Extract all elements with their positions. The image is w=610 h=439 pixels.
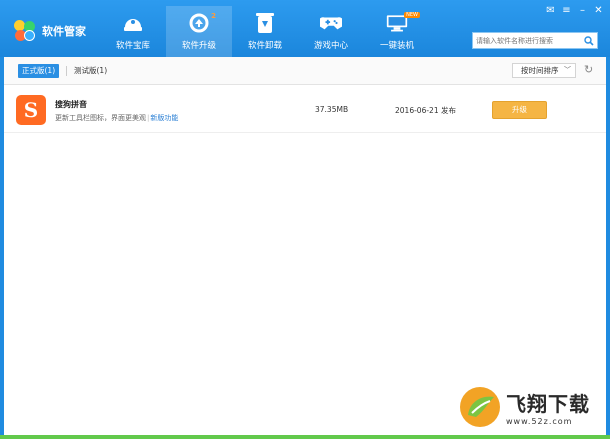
main-nav: 软件宝库 2 软件升级 软件卸载 游戏中心 NEW 一键装机 <box>100 6 430 57</box>
search-box <box>472 32 598 49</box>
tab-label: 游戏中心 <box>313 41 348 51</box>
app-size: 37.35MB <box>315 105 349 114</box>
watermark-logo-icon <box>458 385 502 429</box>
tab-divider <box>66 66 67 76</box>
store-icon <box>122 12 144 34</box>
tab-label: 软件卸载 <box>247 41 282 51</box>
upgrade-icon <box>188 12 210 34</box>
logo-icon <box>14 20 36 42</box>
taskbar-strip <box>0 435 610 439</box>
app-name: 搜狗拼音 <box>55 100 87 109</box>
tab-label: 一键装机 <box>379 41 414 51</box>
uninstall-icon <box>254 12 276 34</box>
update-notes: 更新工具栏图标，界面更美观 <box>55 114 146 122</box>
message-icon[interactable]: ✉ <box>545 6 556 17</box>
tab-software-store[interactable]: 软件宝库 <box>100 6 166 57</box>
whats-new-link[interactable]: 新版功能 <box>150 114 178 122</box>
upgrade-count-badge: 2 <box>211 12 216 20</box>
tab-label: 软件宝库 <box>115 41 150 51</box>
app-logo: 软件管家 <box>14 20 86 42</box>
watermark-title: 飞翔下载 <box>506 392 590 416</box>
tab-software-upgrade[interactable]: 2 软件升级 <box>166 6 232 57</box>
tab-one-click-install[interactable]: NEW 一键装机 <box>364 6 430 57</box>
release-date: 2016-06-21 发布 <box>395 106 456 115</box>
chevron-down-icon: ﹀ <box>564 66 571 74</box>
gamepad-icon <box>320 12 342 34</box>
close-icon[interactable]: ✕ <box>593 6 604 17</box>
search-icon[interactable] <box>581 33 597 48</box>
minimize-icon[interactable]: – <box>577 6 588 17</box>
sort-dropdown[interactable]: 按时间排序 ﹀ <box>512 63 576 78</box>
menu-icon[interactable]: ≡ <box>561 6 572 17</box>
window-controls: ✉ ≡ – ✕ <box>545 6 604 17</box>
sort-label: 按时间排序 <box>521 66 559 75</box>
upgrade-button[interactable]: 升级 <box>492 101 547 119</box>
new-badge: NEW <box>404 12 420 18</box>
app-title: 软件管家 <box>42 25 86 38</box>
app-description: 更新工具栏图标，界面更美观|新版功能 <box>55 114 179 122</box>
filter-toolbar: 正式版(1) 测试版(1) 按时间排序 ﹀ ↻ <box>4 57 606 85</box>
watermark: 飞翔下载 www.52z.com <box>458 385 590 429</box>
refresh-icon[interactable]: ↻ <box>584 64 596 76</box>
header: 软件管家 软件宝库 2 软件升级 软件卸载 游戏中心 NEW 一键装机 ✉ ≡ … <box>0 0 610 57</box>
tab-game-center[interactable]: 游戏中心 <box>298 6 364 57</box>
sogou-app-icon: S <box>16 95 46 125</box>
tab-beta-version[interactable]: 测试版(1) <box>70 64 111 78</box>
tab-official-version[interactable]: 正式版(1) <box>18 64 60 78</box>
tab-software-uninstall[interactable]: 软件卸载 <box>232 6 298 57</box>
watermark-url: www.52z.com <box>506 417 573 426</box>
app-window: 软件管家 软件宝库 2 软件升级 软件卸载 游戏中心 NEW 一键装机 ✉ ≡ … <box>0 0 610 439</box>
list-item: S 搜狗拼音 更新工具栏图标，界面更美观|新版功能 37.35MB 2016-0… <box>4 89 606 133</box>
tab-label: 软件升级 <box>181 41 216 51</box>
search-input[interactable] <box>473 33 581 48</box>
main-content: 正式版(1) 测试版(1) 按时间排序 ﹀ ↻ S 搜狗拼音 更新工具栏图标，界… <box>4 57 606 435</box>
